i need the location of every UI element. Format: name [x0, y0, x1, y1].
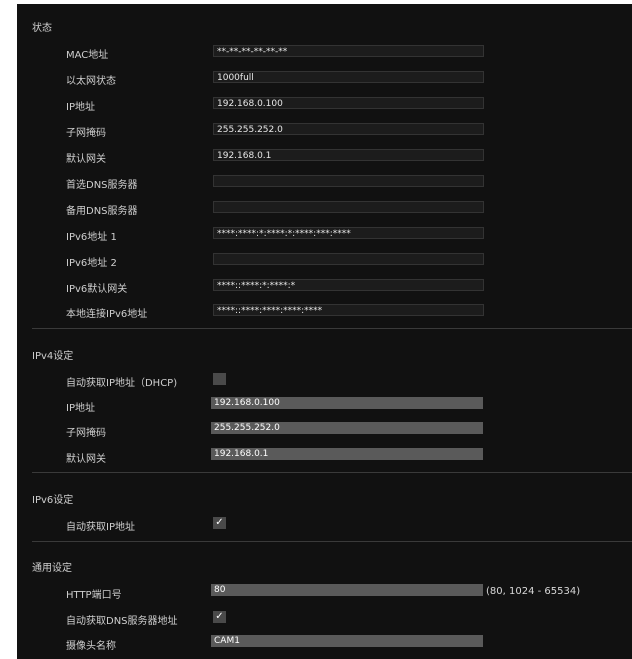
ipv6-default-gateway-label: IPv6默认网关	[66, 284, 128, 295]
status-section-title: 状态	[32, 23, 52, 34]
ipv6-address-1-value: ****:****:*:****:*:****:***:****	[213, 227, 484, 239]
http-port-range-note: (80, 1024 - 65534)	[486, 586, 581, 597]
status-subnet-mask-label: 子网掩码	[66, 128, 106, 139]
secondary-dns-label: 备用DNS服务器	[66, 206, 138, 217]
check-mark-icon: ✓	[215, 611, 224, 622]
status-ip-address-value: 192.168.0.100	[213, 97, 484, 109]
ipv6-default-gateway-value: ****::****:*:****:*	[213, 279, 484, 291]
auto-dns-label: 自动获取DNS服务器地址	[66, 616, 178, 627]
camera-name-label: 摄像头名称	[66, 641, 116, 652]
ipv4-subnet-mask-input[interactable]	[211, 422, 483, 434]
ipv6-section-title: IPv6设定	[32, 495, 74, 506]
check-mark-icon: ✓	[215, 517, 224, 528]
dhcp-checkbox[interactable]	[213, 373, 226, 385]
http-port-input[interactable]	[211, 584, 483, 596]
general-section-title: 通用设定	[32, 563, 72, 574]
section-divider	[32, 328, 632, 329]
status-default-gateway-label: 默认网关	[66, 154, 106, 165]
auto-dns-checkbox[interactable]: ✓	[213, 611, 226, 623]
dhcp-label: 自动获取IP地址（DHCP)	[66, 378, 178, 389]
link-local-ipv6-value: ****::****:****:****:****	[213, 304, 484, 316]
ipv4-section-title: IPv4设定	[32, 351, 74, 362]
status-subnet-mask-value: 255.255.252.0	[213, 123, 484, 135]
primary-dns-value	[213, 175, 484, 187]
secondary-dns-value	[213, 201, 484, 213]
ethernet-status-label: 以太网状态	[66, 76, 116, 87]
http-port-label: HTTP端口号	[66, 590, 122, 601]
ipv4-default-gateway-input[interactable]	[211, 448, 483, 460]
ethernet-status-value: 1000full	[213, 71, 484, 83]
ipv6-auto-ip-checkbox[interactable]: ✓	[213, 517, 226, 529]
network-settings-panel: 状态 MAC地址 **-**-**-**-**-** 以太网状态 1000ful…	[17, 4, 632, 659]
ipv4-ip-address-label: IP地址	[66, 403, 95, 414]
primary-dns-label: 首选DNS服务器	[66, 180, 138, 191]
section-divider	[32, 472, 632, 473]
ipv4-ip-address-input[interactable]	[211, 397, 483, 409]
status-default-gateway-value: 192.168.0.1	[213, 149, 484, 161]
ipv4-subnet-mask-label: 子网掩码	[66, 428, 106, 439]
ipv6-address-2-label: IPv6地址 2	[66, 258, 117, 269]
ipv6-address-2-value	[213, 253, 484, 265]
mac-address-label: MAC地址	[66, 50, 109, 61]
section-divider	[32, 541, 632, 542]
ipv6-address-1-label: IPv6地址 1	[66, 232, 117, 243]
ipv6-auto-ip-label: 自动获取IP地址	[66, 522, 135, 533]
status-ip-address-label: IP地址	[66, 102, 95, 113]
ipv4-default-gateway-label: 默认网关	[66, 454, 106, 465]
camera-name-input[interactable]	[211, 635, 483, 647]
link-local-ipv6-label: 本地连接IPv6地址	[66, 309, 148, 320]
mac-address-value: **-**-**-**-**-**	[213, 45, 484, 57]
